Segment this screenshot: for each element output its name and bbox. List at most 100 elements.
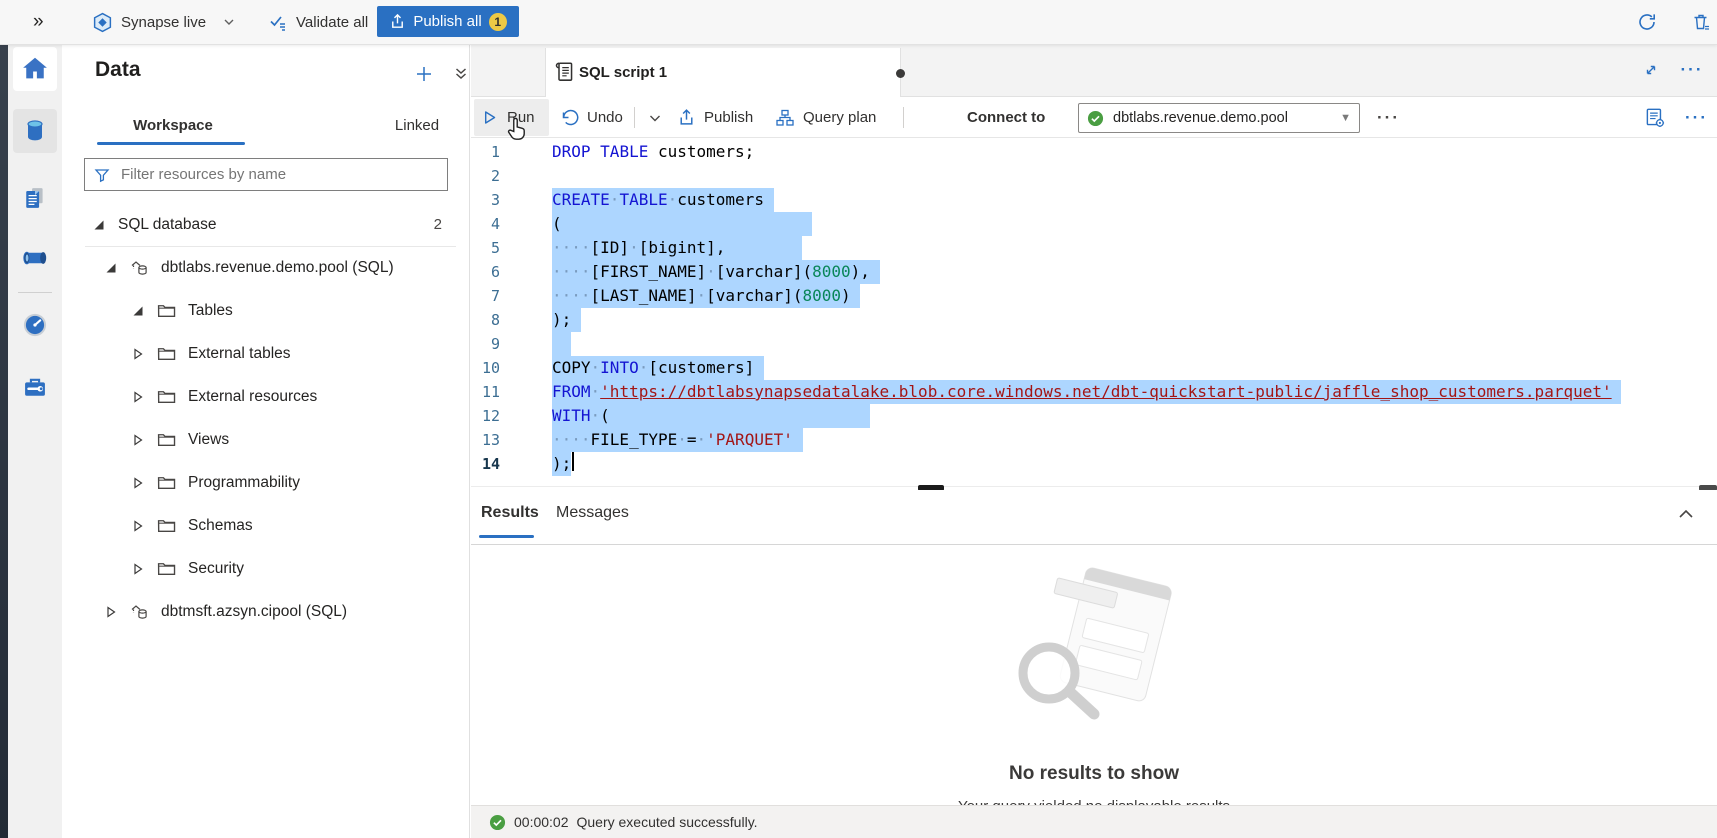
nav-integrate[interactable] [13, 236, 57, 280]
nav-manage[interactable] [13, 365, 57, 409]
validate-icon [268, 12, 288, 32]
line-number[interactable]: 10 [471, 356, 500, 380]
tree-item-dbtmsft-azsyn-cipool-sql[interactable]: dbtmsft.azsyn.cipool (SQL) [62, 590, 470, 633]
undo-button[interactable]: Undo [553, 99, 629, 136]
line-number[interactable]: 3 [471, 188, 500, 212]
code-line-5[interactable]: 5 ····[ID]·[bigint], [471, 236, 1717, 260]
line-number[interactable]: 9 [471, 332, 500, 356]
connect-pool-dropdown[interactable]: dbtlabs.revenue.demo.pool ▼ [1078, 103, 1360, 133]
editor-more-actions[interactable]: ··· [1679, 99, 1714, 136]
code-text-selected[interactable]: ····[ID]·[bigint], [552, 236, 802, 260]
filter-resources-input[interactable] [119, 165, 439, 184]
collapse-all-button[interactable] [450, 63, 472, 85]
code-line-10[interactable]: 10 COPY·INTO·[customers] [471, 356, 1717, 380]
discard-all-button[interactable] [1690, 0, 1712, 44]
line-number[interactable]: 7 [471, 284, 500, 308]
tab-results[interactable]: Results [481, 504, 539, 522]
code-text-selected[interactable] [552, 332, 571, 356]
code-text-selected[interactable]: COPY·INTO·[customers] [552, 356, 764, 380]
code-text-selected[interactable]: CREATE·TABLE·customers [552, 188, 774, 212]
publish-button[interactable]: Publish [671, 99, 759, 136]
expand-topnav-button[interactable]: » [33, 0, 44, 44]
collapsed-triangle-icon[interactable] [131, 390, 145, 404]
code-text-selected[interactable]: ····[FIRST_NAME]·[varchar](8000), [552, 260, 880, 284]
sql-code-editor[interactable]: 1 DROP TABLE customers; 23 CREATE·TABLE·cus… [471, 138, 1717, 486]
code-text-selected[interactable]: ); [552, 452, 571, 476]
expand-editor-button[interactable] [1638, 57, 1664, 83]
add-resource-button[interactable] [413, 63, 435, 85]
tab-more-actions-button[interactable]: ··· [1679, 57, 1705, 83]
line-number[interactable]: 6 [471, 260, 500, 284]
tab-messages[interactable]: Messages [556, 504, 629, 522]
nav-data[interactable] [13, 109, 57, 153]
collapsed-triangle-icon[interactable] [104, 605, 118, 619]
validate-all-button[interactable]: Validate all [268, 0, 368, 44]
line-number[interactable]: 8 [471, 308, 500, 332]
query-plan-button[interactable]: Query plan [769, 99, 882, 136]
tree-item-views[interactable]: Views [62, 418, 470, 461]
code-line-2[interactable]: 2 [471, 164, 1717, 188]
tree-item-dbtlabs-revenue-demo-pool-sql[interactable]: dbtlabs.revenue.demo.pool (SQL) [62, 246, 470, 289]
tree-item-external-resources[interactable]: External resources [62, 375, 470, 418]
nav-monitor[interactable] [13, 303, 57, 347]
empty-results-illustration [984, 553, 1204, 743]
panel-splitter[interactable] [471, 486, 1717, 487]
publish-all-button[interactable]: Publish all 1 [377, 6, 519, 37]
code-line-12[interactable]: 12 WITH·( [471, 404, 1717, 428]
collapse-results-button[interactable] [1676, 504, 1696, 524]
nav-develop[interactable] [13, 176, 57, 220]
code-line-3[interactable]: 3 CREATE·TABLE·customers [471, 188, 1717, 212]
expanded-triangle-icon[interactable] [104, 261, 118, 275]
collapsed-triangle-icon[interactable] [131, 433, 145, 447]
tab-linked[interactable]: Linked [342, 111, 492, 140]
toolbar-more-actions[interactable]: ··· [1371, 99, 1406, 136]
expanded-triangle-icon[interactable] [131, 304, 145, 318]
line-number[interactable]: 1 [471, 140, 500, 164]
code-text-selected[interactable]: ····[LAST_NAME]·[varchar](8000) [552, 284, 860, 308]
collapsed-triangle-icon[interactable] [131, 347, 145, 361]
synapse-mode-dropdown-chevron[interactable] [222, 0, 236, 44]
tree-item-security[interactable]: Security [62, 547, 470, 590]
code-line-14[interactable]: 14); [471, 452, 1717, 476]
code-line-1[interactable]: 1 DROP TABLE customers; [471, 140, 1717, 164]
code-line-7[interactable]: 7 ····[LAST_NAME]·[varchar](8000) [471, 284, 1717, 308]
code-line-9[interactable]: 9 [471, 332, 1717, 356]
run-button[interactable]: Run [474, 99, 549, 136]
tree-item-sql-database[interactable]: SQL database2 [62, 203, 470, 246]
line-number[interactable]: 14 [471, 452, 500, 476]
code-text-selected[interactable]: ); [552, 308, 581, 332]
tree-item-schemas[interactable]: Schemas [62, 504, 470, 547]
line-number[interactable]: 11 [471, 380, 500, 404]
line-number[interactable]: 4 [471, 212, 500, 236]
line-number[interactable]: 2 [471, 164, 500, 188]
collapsed-triangle-icon[interactable] [131, 562, 145, 576]
line-number[interactable]: 13 [471, 428, 500, 452]
code-line-13[interactable]: 13 ····FILE_TYPE·=·'PARQUET' [471, 428, 1717, 452]
refresh-button[interactable] [1636, 0, 1658, 44]
collapsed-triangle-icon[interactable] [131, 519, 145, 533]
line-number[interactable]: 12 [471, 404, 500, 428]
undo-redo-dropdown[interactable] [641, 99, 669, 136]
code-text-selected[interactable]: WITH·( [552, 404, 870, 428]
code-text[interactable]: DROP TABLE customers; [552, 140, 754, 164]
code-text-selected[interactable]: FROM·'https://dbtlabsynapsedatalake.blob… [552, 380, 1621, 404]
tree-item-external-tables[interactable]: External tables [62, 332, 470, 375]
tab-workspace[interactable]: Workspace [98, 111, 248, 140]
code-line-4[interactable]: 4( [471, 212, 1717, 236]
code-text-selected[interactable]: ( [552, 212, 812, 236]
code-text-selected[interactable]: ····FILE_TYPE·=·'PARQUET' [552, 428, 803, 452]
code-line-6[interactable]: 6 ····[FIRST_NAME]·[varchar](8000), [471, 260, 1717, 284]
rail-divider [18, 292, 52, 293]
code-line-8[interactable]: 8); [471, 308, 1717, 332]
nav-home[interactable] [13, 47, 57, 91]
collapsed-triangle-icon[interactable] [131, 476, 145, 490]
query-settings-button[interactable] [1637, 99, 1673, 136]
expanded-triangle-icon[interactable] [92, 218, 106, 232]
synapse-live-selector[interactable]: Synapse live [92, 0, 206, 44]
tree-item-programmability[interactable]: Programmability [62, 461, 470, 504]
tab-sql-script-1[interactable]: SQL script 1 [545, 48, 901, 97]
line-number[interactable]: 5 [471, 236, 500, 260]
window-edge [0, 0, 8, 838]
code-line-11[interactable]: 11 FROM·'https://dbtlabsynapsedatalake.bl… [471, 380, 1717, 404]
tree-item-tables[interactable]: Tables [62, 289, 470, 332]
